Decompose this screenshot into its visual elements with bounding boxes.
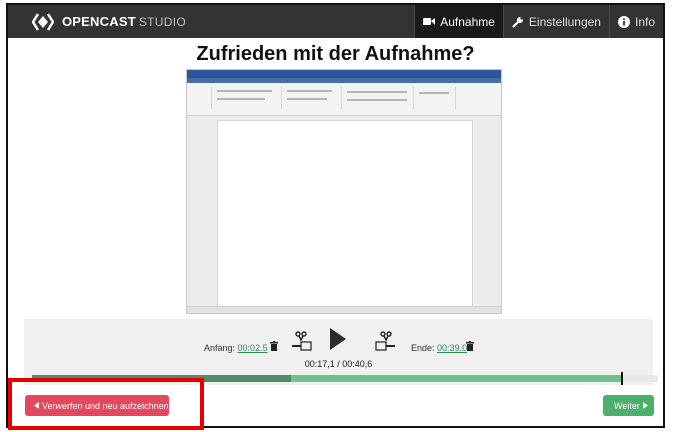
info-icon bbox=[617, 15, 630, 28]
top-bar: OPENCAST STUDIO Aufnahme Einstellungen I… bbox=[8, 5, 663, 38]
nav-aufnahme-label: Aufnahme bbox=[440, 14, 495, 29]
nav-einstellungen[interactable]: Einstellungen bbox=[502, 5, 609, 38]
brand-name: OPENCAST bbox=[62, 14, 136, 29]
nav-aufnahme[interactable]: Aufnahme bbox=[414, 5, 503, 38]
nav-info-label: Info bbox=[634, 14, 655, 29]
top-nav: Aufnahme Einstellungen Info bbox=[414, 5, 663, 38]
caret-right-icon bbox=[642, 402, 648, 409]
wrench-icon bbox=[512, 16, 523, 28]
brand-subtitle: STUDIO bbox=[138, 14, 186, 29]
timeline-end-marker[interactable] bbox=[621, 372, 623, 385]
next-button[interactable]: Weiter bbox=[603, 395, 654, 416]
logo[interactable]: OPENCAST STUDIO bbox=[32, 12, 186, 31]
play-icon[interactable] bbox=[329, 327, 347, 351]
set-start-cut-icon[interactable] bbox=[291, 331, 313, 353]
preview-ribbon bbox=[187, 83, 501, 116]
preview-document-page bbox=[217, 120, 473, 308]
start-label: Anfang: bbox=[204, 343, 236, 353]
trash-icon[interactable] bbox=[466, 341, 474, 351]
set-end-cut-icon[interactable] bbox=[374, 331, 396, 353]
end-label: Ende: bbox=[411, 343, 435, 353]
timeline-remaining bbox=[291, 375, 621, 382]
next-button-label: Weiter bbox=[614, 400, 640, 411]
nav-info[interactable]: Info bbox=[608, 5, 663, 38]
end-label-group: Ende: 00:39.0 bbox=[411, 343, 467, 353]
start-label-group: Anfang: 00:02.5 bbox=[204, 343, 268, 353]
video-preview[interactable] bbox=[186, 69, 502, 314]
red-highlight-box bbox=[8, 378, 204, 430]
trash-icon[interactable] bbox=[270, 341, 278, 351]
start-time-link[interactable]: 00:02.5 bbox=[238, 343, 268, 353]
nav-einstellungen-label: Einstellungen bbox=[528, 14, 601, 29]
video-camera-icon bbox=[423, 18, 436, 25]
preview-statusbar bbox=[187, 306, 501, 313]
opencast-logo-icon bbox=[32, 12, 54, 31]
preview-window-titlebar bbox=[187, 70, 501, 78]
end-time-link[interactable]: 00:39.0 bbox=[437, 343, 467, 353]
page-title: Zufrieden mit der Aufnahme? bbox=[196, 43, 475, 65]
playback-time: 00:17,1 / 00:40,6 bbox=[304, 359, 373, 369]
